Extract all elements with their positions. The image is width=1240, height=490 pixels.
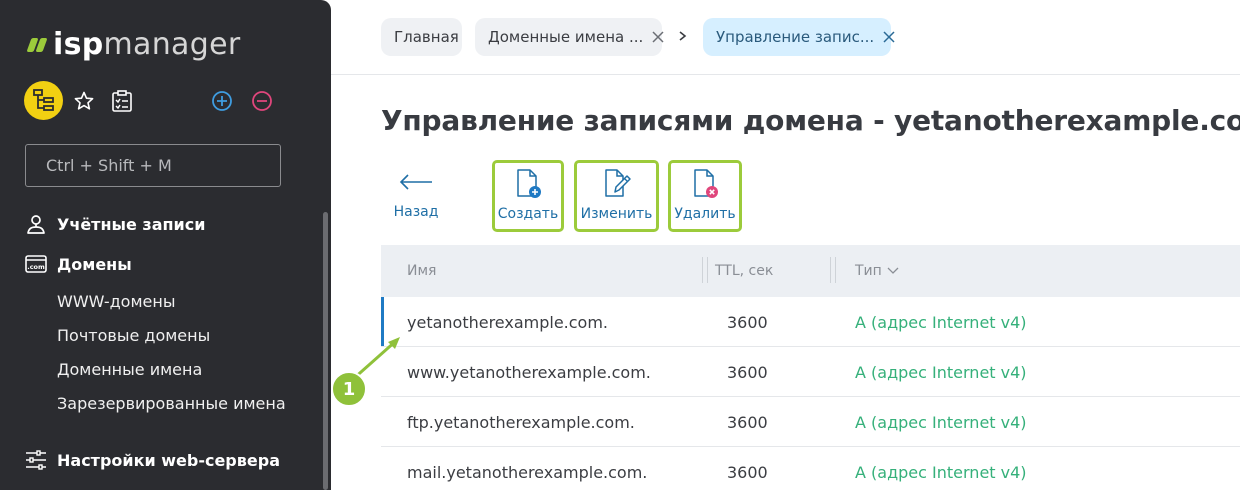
svg-text:.com: .com	[27, 263, 45, 271]
tab-home[interactable]: Главная	[381, 18, 462, 56]
breadcrumb-bar: Главная Доменные имена ... Управление за…	[331, 0, 1240, 75]
edit-label: Изменить	[580, 206, 653, 222]
create-label: Создать	[497, 206, 559, 222]
column-header-label: Тип	[855, 263, 882, 279]
logo-mark-icon	[26, 35, 48, 53]
table-row[interactable]: yetanotherexample.com. 3600 A (адрес Int…	[381, 297, 1240, 347]
back-label: Назад	[393, 204, 439, 220]
table-row[interactable]: www.yetanotherexample.com. 3600 A (адрес…	[381, 347, 1240, 397]
menu-tree-button[interactable]	[24, 81, 63, 120]
logo[interactable]: ispmanager	[26, 24, 240, 64]
cell-ttl: 3600	[727, 362, 768, 382]
logo-text: ispmanager	[53, 27, 240, 62]
callout-badge: 1	[331, 371, 367, 407]
star-icon	[74, 91, 94, 110]
cell-type: A (адрес Internet v4)	[855, 462, 1027, 482]
cell-name: ftp.yetanotherexample.com.	[407, 412, 635, 432]
column-resizer[interactable]	[830, 257, 836, 283]
file-delete-icon	[694, 169, 718, 198]
page-title: Управление записями домена - yetanothere…	[381, 104, 1240, 137]
close-icon[interactable]	[882, 30, 896, 44]
sidebar-item-webserver-settings[interactable]: Настройки web-сервера	[24, 445, 280, 475]
user-location-icon	[24, 212, 48, 236]
chevron-right-icon	[679, 31, 687, 41]
back-button[interactable]: Назад	[386, 160, 446, 220]
sidebar-scrollbar[interactable]	[323, 212, 328, 490]
clipboard-icon	[112, 90, 132, 112]
quick-actions	[24, 81, 284, 121]
cell-name: www.yetanotherexample.com.	[407, 362, 651, 382]
cell-type: A (адрес Internet v4)	[855, 412, 1027, 432]
tab-label: Управление запис...	[716, 28, 875, 46]
tab-dns-records[interactable]: Управление запис...	[703, 18, 895, 56]
sidebar-subitem-mail-domains[interactable]: Почтовые домены	[57, 322, 210, 348]
collapse-all-button[interactable]	[250, 89, 274, 113]
tab-label: Доменные имена ...	[488, 28, 644, 46]
tasks-button[interactable]	[110, 89, 134, 113]
sidebar-subitem-domain-names[interactable]: Доменные имена	[57, 356, 202, 382]
sidebar-item-domains[interactable]: .com Домены	[24, 249, 132, 279]
tab-label: Главная	[394, 28, 459, 46]
create-button[interactable]: Создать	[492, 160, 564, 232]
favorites-button[interactable]	[72, 89, 96, 113]
close-icon[interactable]	[651, 30, 665, 44]
edit-button[interactable]: Изменить	[574, 160, 659, 232]
column-header-ttl[interactable]: TTL, сек	[715, 245, 773, 297]
chevron-down-icon	[887, 267, 899, 274]
cell-name: mail.yetanotherexample.com.	[407, 462, 648, 482]
tree-icon	[32, 88, 54, 111]
sidebar: ispmanager Ctrl + Shift + M Учётные запи…	[0, 0, 331, 490]
file-edit-icon	[604, 169, 631, 197]
column-header-type[interactable]: Тип	[855, 245, 900, 297]
column-header-name[interactable]: Имя	[407, 245, 436, 297]
plus-circle-icon	[212, 91, 232, 111]
sidebar-item-accounts[interactable]: Учётные записи	[24, 209, 205, 239]
minus-circle-icon	[252, 91, 272, 111]
delete-button[interactable]: Удалить	[668, 160, 742, 232]
sidebar-subitem-reserved-names[interactable]: Зарезервированные имена	[57, 390, 286, 416]
arrow-left-icon	[399, 174, 432, 190]
table-row[interactable]: ftp.yetanotherexample.com. 3600 A (адрес…	[381, 397, 1240, 447]
cell-name: yetanotherexample.com.	[407, 312, 609, 332]
menu-search-input[interactable]	[25, 144, 281, 187]
cell-type: A (адрес Internet v4)	[855, 312, 1027, 332]
tab-domain-names[interactable]: Доменные имена ...	[475, 18, 665, 56]
domain-com-icon: .com	[24, 252, 48, 276]
column-resizer[interactable]	[702, 257, 708, 283]
table-header: Имя TTL, сек Тип	[381, 245, 1240, 297]
cell-ttl: 3600	[727, 312, 768, 332]
delete-label: Удалить	[674, 206, 736, 222]
sidebar-item-label: Домены	[57, 254, 132, 274]
sliders-icon	[24, 448, 48, 472]
logo-manager: manager	[103, 26, 241, 62]
cell-ttl: 3600	[727, 462, 768, 482]
file-add-icon	[517, 169, 541, 198]
sidebar-subitem-www-domains[interactable]: WWW-домены	[57, 288, 175, 314]
sidebar-item-label: Настройки web-сервера	[57, 450, 280, 470]
expand-all-button[interactable]	[210, 89, 234, 113]
logo-isp: isp	[53, 26, 104, 62]
dns-records-table: Имя TTL, сек Тип yetanotherexample.com. …	[381, 245, 1240, 490]
table-row[interactable]: mail.yetanotherexample.com. 3600 A (адре…	[381, 447, 1240, 490]
cell-ttl: 3600	[727, 412, 768, 432]
cell-type: A (адрес Internet v4)	[855, 362, 1027, 382]
sidebar-item-label: Учётные записи	[57, 214, 206, 234]
